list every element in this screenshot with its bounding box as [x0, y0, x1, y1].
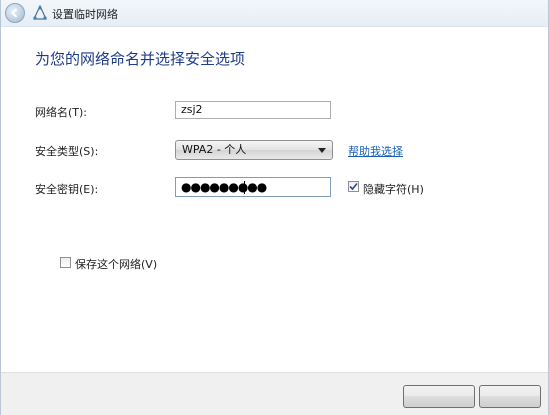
- checkmark-icon: [349, 182, 358, 191]
- text-caret: [244, 181, 245, 194]
- security-key-value: ●●●●●●●●●: [181, 180, 267, 194]
- hide-characters-label: 隐藏字符(H): [363, 183, 424, 196]
- security-type-value: WPA2 - 个人: [182, 143, 247, 156]
- security-key-label: 安全密钥(E):: [35, 183, 99, 196]
- hide-characters-checkbox[interactable]: [348, 181, 359, 192]
- security-type-select[interactable]: WPA2 - 个人: [175, 140, 333, 160]
- window-title: 设置临时网络: [52, 8, 118, 21]
- help-me-choose-link[interactable]: 帮助我选择: [348, 143, 403, 159]
- network-name-label: 网络名(T):: [35, 106, 88, 119]
- back-button[interactable]: [5, 3, 25, 23]
- adhoc-network-icon: [33, 5, 47, 20]
- save-network-checkbox[interactable]: [60, 257, 71, 268]
- security-key-input[interactable]: ●●●●●●●●●: [175, 177, 331, 197]
- next-button[interactable]: [403, 385, 475, 408]
- network-name-input[interactable]: zsj2: [175, 101, 331, 119]
- back-arrow-icon: [11, 8, 18, 18]
- button-bar: [1, 372, 548, 415]
- title-bar: 设置临时网络: [1, 0, 548, 27]
- security-type-label: 安全类型(S):: [35, 145, 99, 158]
- chevron-down-icon: [318, 148, 326, 153]
- page-heading: 为您的网络命名并选择安全选项: [35, 50, 246, 68]
- setup-adhoc-network-window: 设置临时网络 为您的网络命名并选择安全选项 网络名(T): zsj2 安全类型(…: [0, 0, 549, 415]
- save-network-label: 保存这个网络(V): [75, 258, 158, 271]
- cancel-button[interactable]: [479, 385, 541, 408]
